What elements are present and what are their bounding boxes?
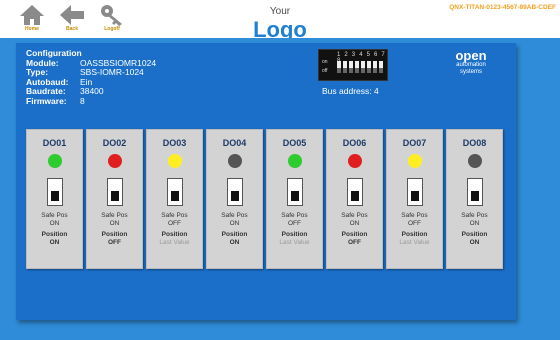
dip-on-label: on <box>322 59 328 65</box>
output-toggle[interactable] <box>406 178 423 206</box>
dip-switch-5 <box>361 61 365 73</box>
safe-pos-value: OFF <box>288 220 301 227</box>
brand-line2: automation <box>456 62 486 68</box>
output-toggle[interactable] <box>346 178 363 206</box>
position-value: Last Value <box>399 239 430 246</box>
status-led-icon <box>107 154 122 168</box>
position-label: Position <box>161 231 188 238</box>
safe-pos-label: Safe Pos <box>101 212 128 219</box>
output-toggle[interactable] <box>466 178 483 206</box>
safe-pos-label: Safe Pos <box>401 212 428 219</box>
position-value: OFF <box>108 239 121 246</box>
safe-pos-label: Safe Pos <box>221 212 248 219</box>
output-name: DO08 <box>462 138 487 148</box>
position-label: Position <box>41 231 68 238</box>
bus-address: Bus address: 4 <box>322 86 379 96</box>
dip-switch-2 <box>343 61 347 73</box>
safe-pos-value: ON <box>109 220 120 227</box>
position-value: ON <box>49 239 60 246</box>
output-card-do01[interactable]: DO01 Safe Pos ON Position ON <box>26 129 83 269</box>
output-card-do07[interactable]: DO07 Safe Pos OFF Position Last Value <box>386 129 443 269</box>
brand-logo: open automation systems <box>436 49 506 76</box>
position-value: ON <box>469 239 480 246</box>
output-card-do06[interactable]: DO06 Safe Pos ON Position OFF <box>326 129 383 269</box>
status-led-icon <box>167 154 182 168</box>
status-led-icon <box>467 154 482 168</box>
output-toggle[interactable] <box>106 178 123 206</box>
output-card-do05[interactable]: DO05 Safe Pos OFF Position Last Value <box>266 129 323 269</box>
output-toggle[interactable] <box>226 178 243 206</box>
safe-pos-value: ON <box>229 220 240 227</box>
dip-switch-6 <box>367 61 371 73</box>
output-name: DO02 <box>102 138 127 148</box>
position-label: Position <box>221 231 248 238</box>
output-name: DO06 <box>342 138 367 148</box>
dip-switch: 1 2 3 4 5 6 7 8 on off <box>318 49 388 81</box>
output-name: DO01 <box>42 138 67 148</box>
position-value: Last Value <box>279 239 310 246</box>
status-led-icon <box>227 154 242 168</box>
position-value: OFF <box>348 239 361 246</box>
position-value: Last Value <box>159 239 190 246</box>
safe-pos-value: ON <box>49 220 60 227</box>
config-row: Firmware: 8 <box>26 95 85 106</box>
safe-pos-value: OFF <box>408 220 421 227</box>
dip-switch-1 <box>337 61 341 73</box>
dip-switch-7 <box>373 61 377 73</box>
status-led-icon <box>407 154 422 168</box>
output-name: DO04 <box>222 138 247 148</box>
output-name: DO05 <box>282 138 307 148</box>
device-id: QNX-TITAN-0123-4567-89AB-CDEF <box>449 4 556 11</box>
status-led-icon <box>47 154 62 168</box>
position-label: Position <box>101 231 128 238</box>
output-toggle[interactable] <box>46 178 63 206</box>
output-card-do02[interactable]: DO02 Safe Pos ON Position OFF <box>86 129 143 269</box>
output-toggle[interactable] <box>286 178 303 206</box>
dip-switch-4 <box>355 61 359 73</box>
output-card-do08[interactable]: DO08 Safe Pos ON Position ON <box>446 129 503 269</box>
top-bar: Home Back Logoff Your Logo QNX-TITAN-012… <box>0 0 560 42</box>
dip-switch-3 <box>349 61 353 73</box>
safe-pos-label: Safe Pos <box>161 212 188 219</box>
safe-pos-label: Safe Pos <box>41 212 68 219</box>
brand-line3: systems <box>459 69 482 75</box>
position-label: Position <box>461 231 488 238</box>
position-value: ON <box>229 239 240 246</box>
position-label: Position <box>281 231 308 238</box>
safe-pos-label: Safe Pos <box>281 212 308 219</box>
dip-off-label: off <box>322 68 328 74</box>
configuration-block: Configuration Module: OASSBSIOMR1024 Type… <box>26 48 156 106</box>
module-panel: Configuration Module: OASSBSIOMR1024 Type… <box>16 43 516 320</box>
output-name: DO03 <box>162 138 187 148</box>
safe-pos-value: OFF <box>168 220 181 227</box>
safe-pos-value: ON <box>349 220 360 227</box>
output-name: DO07 <box>402 138 427 148</box>
output-card-do04[interactable]: DO04 Safe Pos ON Position ON <box>206 129 263 269</box>
safe-pos-label: Safe Pos <box>461 212 488 219</box>
status-led-icon <box>347 154 362 168</box>
status-led-icon <box>287 154 302 168</box>
safe-pos-value: ON <box>469 220 480 227</box>
safe-pos-label: Safe Pos <box>341 212 368 219</box>
position-label: Position <box>341 231 368 238</box>
position-label: Position <box>401 231 428 238</box>
dip-switch-8 <box>379 61 383 73</box>
brand-line1: open <box>455 48 487 63</box>
output-card-do03[interactable]: DO03 Safe Pos OFF Position Last Value <box>146 129 203 269</box>
output-toggle[interactable] <box>166 178 183 206</box>
